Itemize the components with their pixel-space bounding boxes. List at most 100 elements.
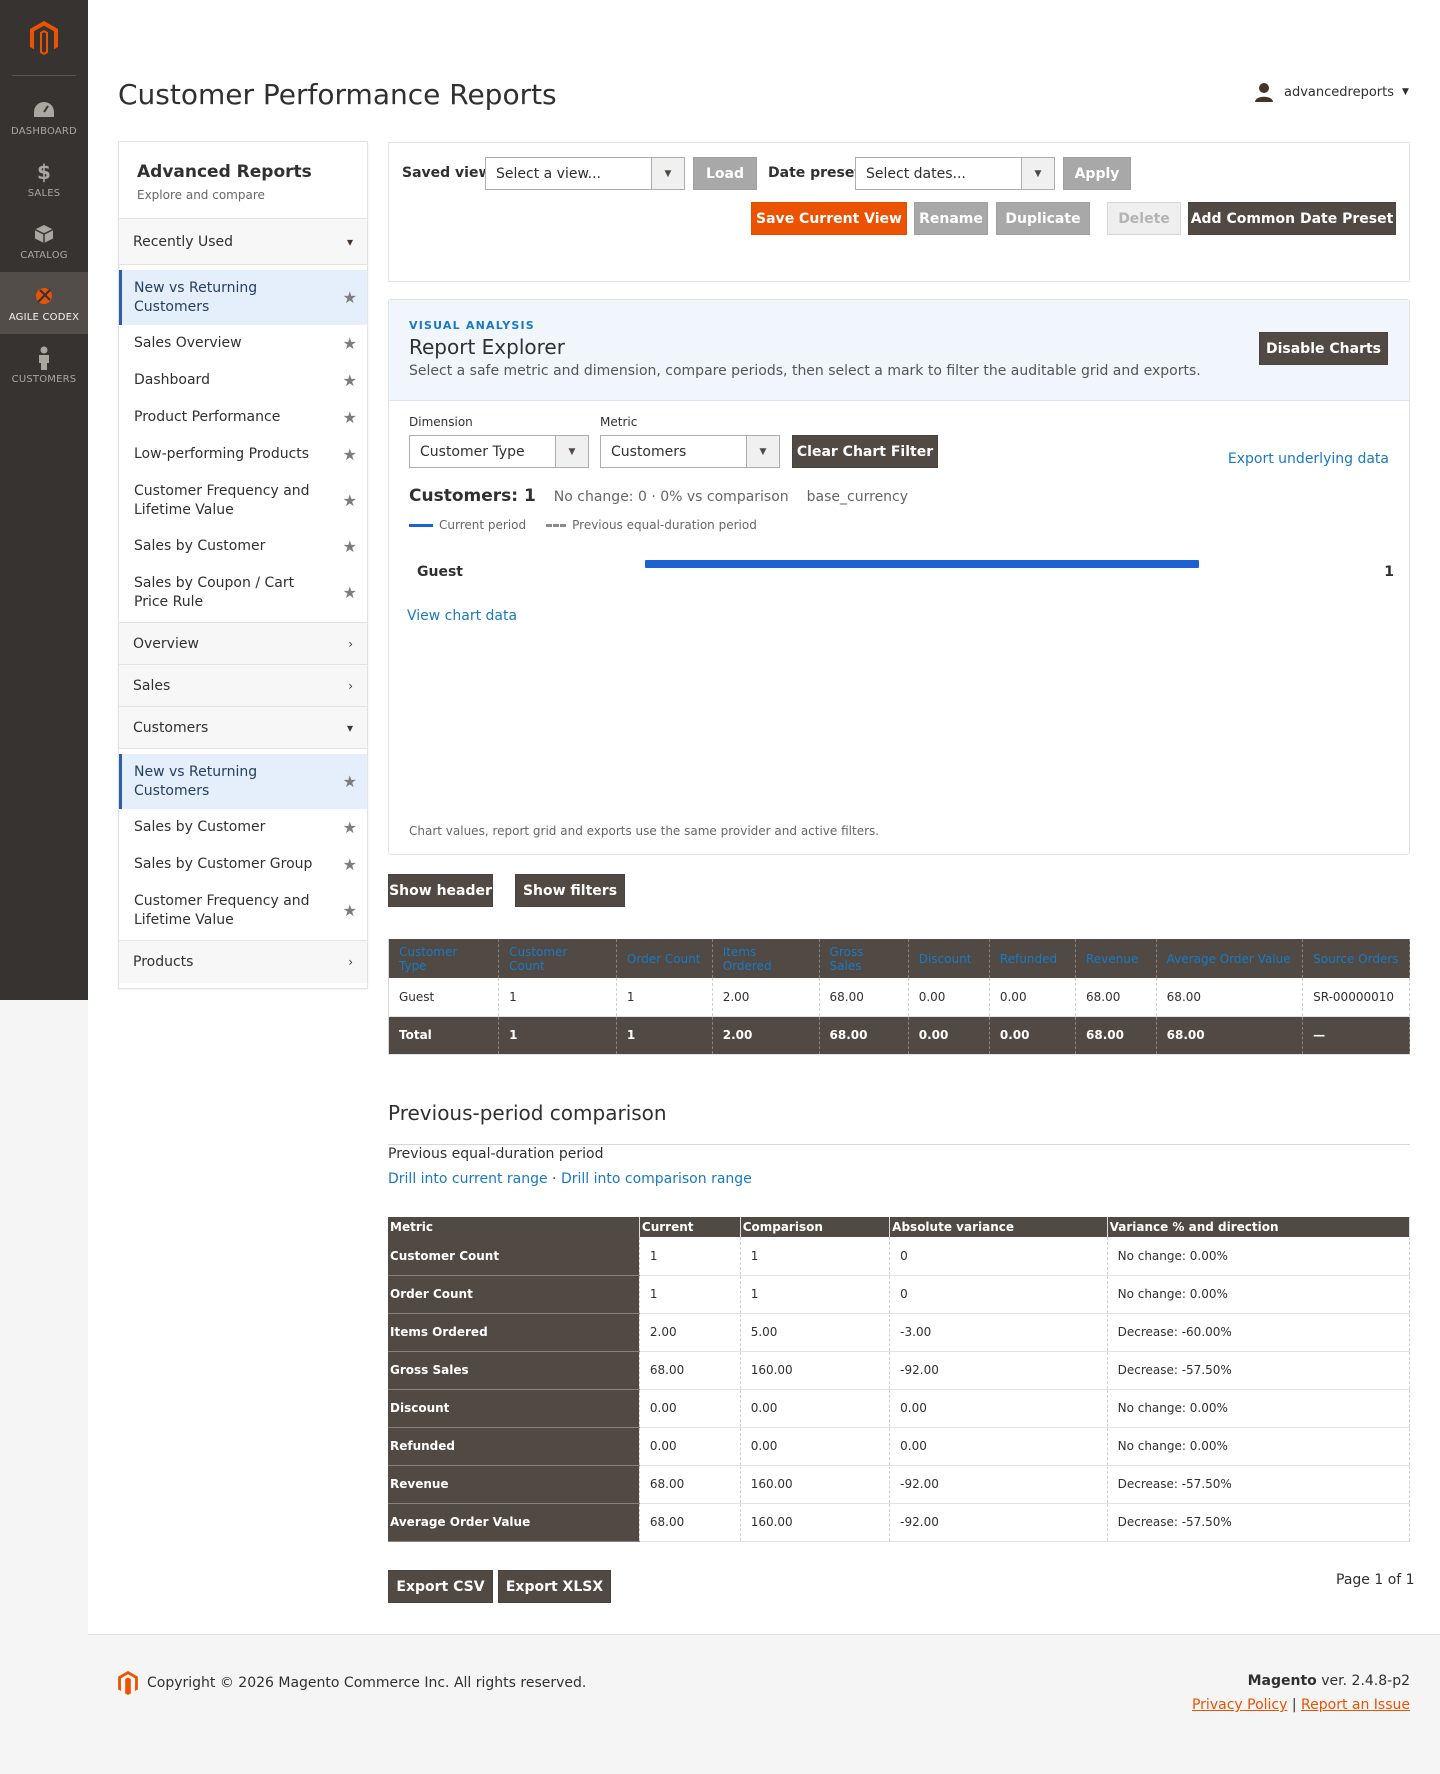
person-icon — [32, 346, 56, 370]
comparison-row: Order Count 1 1 0 No change: 0.00% — [388, 1275, 1411, 1314]
sidebar-item-sales-overview[interactable]: Sales Overview ★ — [119, 325, 367, 362]
comparison-cell: 0.00 — [740, 1389, 891, 1428]
load-button[interactable]: Load — [693, 157, 757, 190]
total-cell: Total — [387, 1016, 500, 1055]
sidebar-item-label: Sales by Customer — [134, 819, 266, 835]
grid-column-header[interactable]: Source Orders — [1302, 939, 1410, 978]
nav-catalog[interactable]: CATALOG — [0, 210, 88, 272]
sidebar-item-low-performing[interactable]: Low-performing Products ★ — [119, 436, 367, 473]
nav-sales-label: SALES — [27, 187, 61, 199]
reports-sidebar: Advanced Reports Explore and compare Rec… — [118, 141, 368, 989]
chart-bar-row[interactable]: Guest 1 — [409, 558, 1394, 588]
star-icon[interactable]: ★ — [343, 334, 357, 353]
sidebar-item-sales-by-customer-2[interactable]: Sales by Customer ★ — [119, 809, 367, 846]
sidebar-item-new-vs-returning[interactable]: New vs Returning Customers ★ — [119, 270, 367, 325]
export-csv-button[interactable]: Export CSV — [388, 1570, 493, 1603]
nav-sales[interactable]: $ SALES — [0, 148, 88, 210]
drill-comparison-link[interactable]: Drill into comparison range — [561, 1171, 752, 1187]
report-issue-link[interactable]: Report an Issue — [1301, 1697, 1410, 1713]
section-label: Overview — [133, 635, 199, 652]
delete-button[interactable]: Delete — [1107, 202, 1181, 235]
user-account-menu[interactable]: advancedreports ▼ — [1254, 82, 1409, 102]
sidebar-item-sales-by-customer[interactable]: Sales by Customer ★ — [119, 528, 367, 565]
nav-customers[interactable]: CUSTOMERS — [0, 334, 88, 396]
nav-dashboard[interactable]: DASHBOARD — [0, 86, 88, 148]
sidebar-item-sales-by-customer-group[interactable]: Sales by Customer Group ★ — [119, 846, 367, 883]
apply-button[interactable]: Apply — [1063, 157, 1131, 190]
total-cell: 68.00 — [1075, 1016, 1157, 1055]
nav-agile-codex[interactable]: AGILE CODEX — [0, 272, 88, 334]
star-icon[interactable]: ★ — [343, 772, 357, 791]
bar-value-label: 1 — [1384, 564, 1394, 580]
report-explorer-description: Select a safe metric and dimension, comp… — [409, 363, 1201, 379]
footer-brand: Magento — [1247, 1673, 1317, 1689]
star-icon[interactable]: ★ — [343, 408, 357, 427]
comparison-cell: 1 — [740, 1237, 891, 1276]
saved-view-select[interactable]: Select a view... ▼ — [485, 157, 685, 190]
grid-column-header[interactable]: Average Order Value — [1156, 939, 1304, 978]
clear-chart-filter-button[interactable]: Clear Chart Filter — [792, 435, 938, 468]
star-icon[interactable]: ★ — [343, 818, 357, 837]
sidebar-item-dashboard[interactable]: Dashboard ★ — [119, 362, 367, 399]
bar-guest[interactable] — [645, 560, 1199, 568]
section-customers[interactable]: Customers ▾ — [119, 707, 367, 749]
drill-current-link[interactable]: Drill into current range — [388, 1171, 548, 1187]
export-underlying-data-link[interactable]: Export underlying data — [1228, 451, 1389, 467]
view-chart-data-link[interactable]: View chart data — [407, 608, 517, 624]
star-icon[interactable]: ★ — [343, 901, 357, 920]
star-icon[interactable]: ★ — [343, 445, 357, 464]
grid-body: Guest 1 1 2.00 68.00 0.00 0.00 68.00 68.00 SR-000… — [387, 978, 1410, 1055]
grid-column-header[interactable]: Revenue — [1075, 939, 1157, 978]
rename-button[interactable]: Rename — [914, 202, 988, 235]
show-header-button[interactable]: Show header — [388, 874, 493, 907]
star-icon[interactable]: ★ — [343, 371, 357, 390]
sidebar-item-label: Customer Frequency and Lifetime Value — [134, 892, 310, 928]
table-cell: 68.00 — [1075, 978, 1157, 1017]
star-icon[interactable]: ★ — [343, 288, 357, 307]
star-icon[interactable]: ★ — [343, 491, 357, 510]
total-cell: 0.00 — [989, 1016, 1077, 1055]
dashboard-icon — [32, 98, 56, 122]
comparison-metric-name: Order Count — [388, 1275, 640, 1314]
grid-column-header[interactable]: Items Ordered — [712, 939, 820, 978]
table-row[interactable]: Guest 1 1 2.00 68.00 0.00 0.00 68.00 68.00 SR-000… — [387, 978, 1410, 1017]
report-explorer-header: VISUAL ANALYSIS Report Explorer Select a… — [389, 300, 1409, 401]
section-sales[interactable]: Sales › — [119, 665, 367, 707]
grid-column-header[interactable]: Refunded — [989, 939, 1077, 978]
grid-column-header[interactable]: Order Count — [616, 939, 713, 978]
section-products[interactable]: Products › — [119, 941, 367, 983]
star-icon[interactable]: ★ — [343, 855, 357, 874]
comparison-column-header: Absolute variance — [889, 1217, 1108, 1237]
grid-column-header[interactable]: Customer Count — [498, 939, 617, 978]
dimension-select[interactable]: Customer Type ▼ — [409, 435, 589, 468]
sidebar-item-frequency-ltv-2[interactable]: Customer Frequency and Lifetime Value ★ — [119, 883, 367, 938]
privacy-policy-link[interactable]: Privacy Policy — [1192, 1697, 1287, 1713]
disable-charts-button[interactable]: Disable Charts — [1259, 332, 1388, 365]
grid-column-header[interactable]: Discount — [908, 939, 990, 978]
sidebar-item-new-vs-returning-customers[interactable]: New vs Returning Customers ★ — [119, 754, 367, 809]
grid-column-header[interactable]: Customer Type — [387, 939, 500, 978]
comparison-metric-name: Gross Sales — [388, 1351, 640, 1390]
total-cell: 0.00 — [908, 1016, 990, 1055]
star-icon[interactable]: ★ — [343, 583, 357, 602]
star-icon[interactable]: ★ — [343, 537, 357, 556]
sidebar-item-frequency-ltv[interactable]: Customer Frequency and Lifetime Value ★ — [119, 473, 367, 528]
grid-column-header[interactable]: Gross Sales — [819, 939, 909, 978]
add-date-preset-button[interactable]: Add Common Date Preset — [1188, 202, 1396, 235]
footer-copyright: Copyright © 2026 Magento Commerce Inc. A… — [118, 1671, 586, 1695]
sidebar-item-sales-by-coupon[interactable]: Sales by Coupon / Cart Price Rule ★ — [119, 565, 367, 620]
export-xlsx-button[interactable]: Export XLSX — [498, 1570, 611, 1603]
section-label: Recently Used — [133, 233, 234, 250]
comparison-metric-name: Revenue — [388, 1465, 640, 1504]
save-current-view-button[interactable]: Save Current View — [751, 202, 907, 235]
total-cell: 1 — [498, 1016, 617, 1055]
metric-select[interactable]: Customers ▼ — [600, 435, 780, 468]
section-overview[interactable]: Overview › — [119, 623, 367, 665]
magento-logo[interactable] — [12, 0, 76, 76]
sidebar-item-product-performance[interactable]: Product Performance ★ — [119, 399, 367, 436]
section-recently-used[interactable]: Recently Used ▾ — [119, 219, 367, 265]
duplicate-button[interactable]: Duplicate — [996, 202, 1090, 235]
show-filters-button[interactable]: Show filters — [515, 874, 625, 907]
bar-category-label: Guest — [417, 564, 463, 580]
date-preset-select[interactable]: Select dates... ▼ — [855, 157, 1055, 190]
